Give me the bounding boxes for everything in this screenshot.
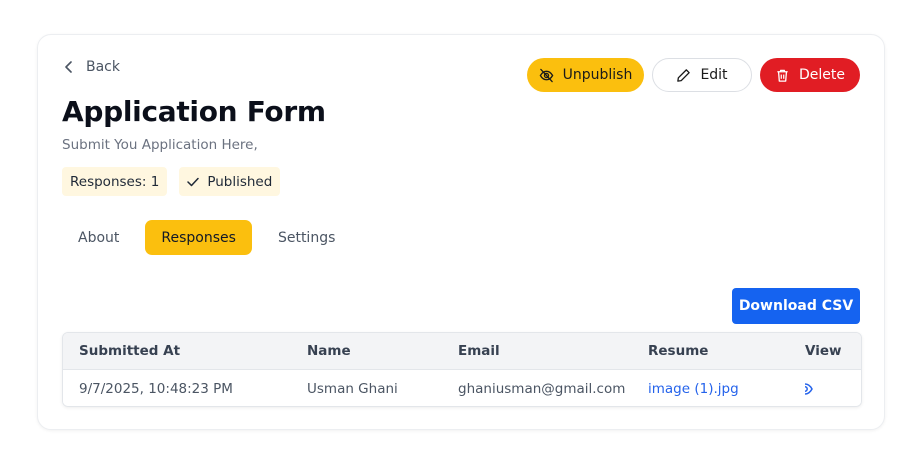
table-row: 9/7/2025, 10:48:23 PM Usman Ghani ghaniu…	[63, 370, 861, 406]
back-label: Back	[86, 59, 120, 75]
header-submitted-at: Submitted At	[79, 343, 181, 359]
responses-count-label: Responses: 1	[70, 173, 160, 190]
back-link[interactable]: Back	[64, 59, 120, 75]
unpublish-button[interactable]: Unpublish	[527, 58, 644, 92]
eye-icon	[805, 382, 813, 395]
tab-about-label: About	[78, 229, 120, 246]
tab-responses-label: Responses	[161, 229, 236, 246]
pencil-icon	[677, 68, 691, 82]
cell-name: Usman Ghani	[307, 380, 398, 397]
form-actions: Unpublish Edit Delete	[527, 58, 860, 92]
responses-count-badge: Responses: 1	[62, 167, 168, 196]
responses-table: Submitted At Name Email Resume View 9/7/…	[62, 332, 862, 407]
tab-bar: About Responses Settings	[62, 220, 351, 255]
status-label: Published	[207, 173, 273, 190]
view-response-button[interactable]	[805, 382, 813, 395]
unpublish-label: Unpublish	[562, 67, 633, 83]
trash-icon	[777, 69, 788, 82]
header-view: View	[805, 343, 842, 359]
eye-off-icon	[539, 68, 553, 82]
edit-button[interactable]: Edit	[652, 58, 752, 92]
email-text: ghaniusman@gmail.com	[458, 380, 626, 397]
cell-view	[805, 370, 855, 406]
delete-label: Delete	[799, 67, 845, 83]
tab-settings-label: Settings	[277, 229, 336, 246]
form-card: Back Unpublish Edit Delete Application F…	[37, 34, 885, 430]
tab-about[interactable]: About	[62, 220, 135, 255]
table-header: Submitted At Name Email Resume View	[63, 333, 861, 370]
page-subtitle: Submit You Application Here,	[62, 137, 258, 153]
page-title: Application Form	[62, 95, 326, 128]
status-badge: Published	[179, 167, 281, 196]
header-resume: Resume	[648, 343, 709, 359]
cell-email: ghaniusman@gmail.com	[458, 370, 626, 406]
badge-row: Responses: 1 Published	[62, 167, 281, 196]
cell-resume: image (1).jpg	[648, 370, 778, 406]
download-csv-label: Download CSV	[738, 298, 854, 314]
tab-responses[interactable]: Responses	[145, 220, 252, 255]
header-email: Email	[458, 343, 500, 359]
edit-label: Edit	[700, 67, 728, 83]
download-csv-button[interactable]: Download CSV	[732, 288, 860, 324]
tab-settings[interactable]: Settings	[262, 220, 351, 255]
delete-button[interactable]: Delete	[760, 58, 860, 92]
resume-link[interactable]: image (1).jpg	[648, 381, 739, 397]
check-icon	[187, 177, 200, 186]
chevron-left-icon	[65, 61, 72, 73]
cell-submitted-at: 9/7/2025, 10:48:23 PM	[79, 380, 233, 397]
header-name: Name	[307, 343, 351, 359]
